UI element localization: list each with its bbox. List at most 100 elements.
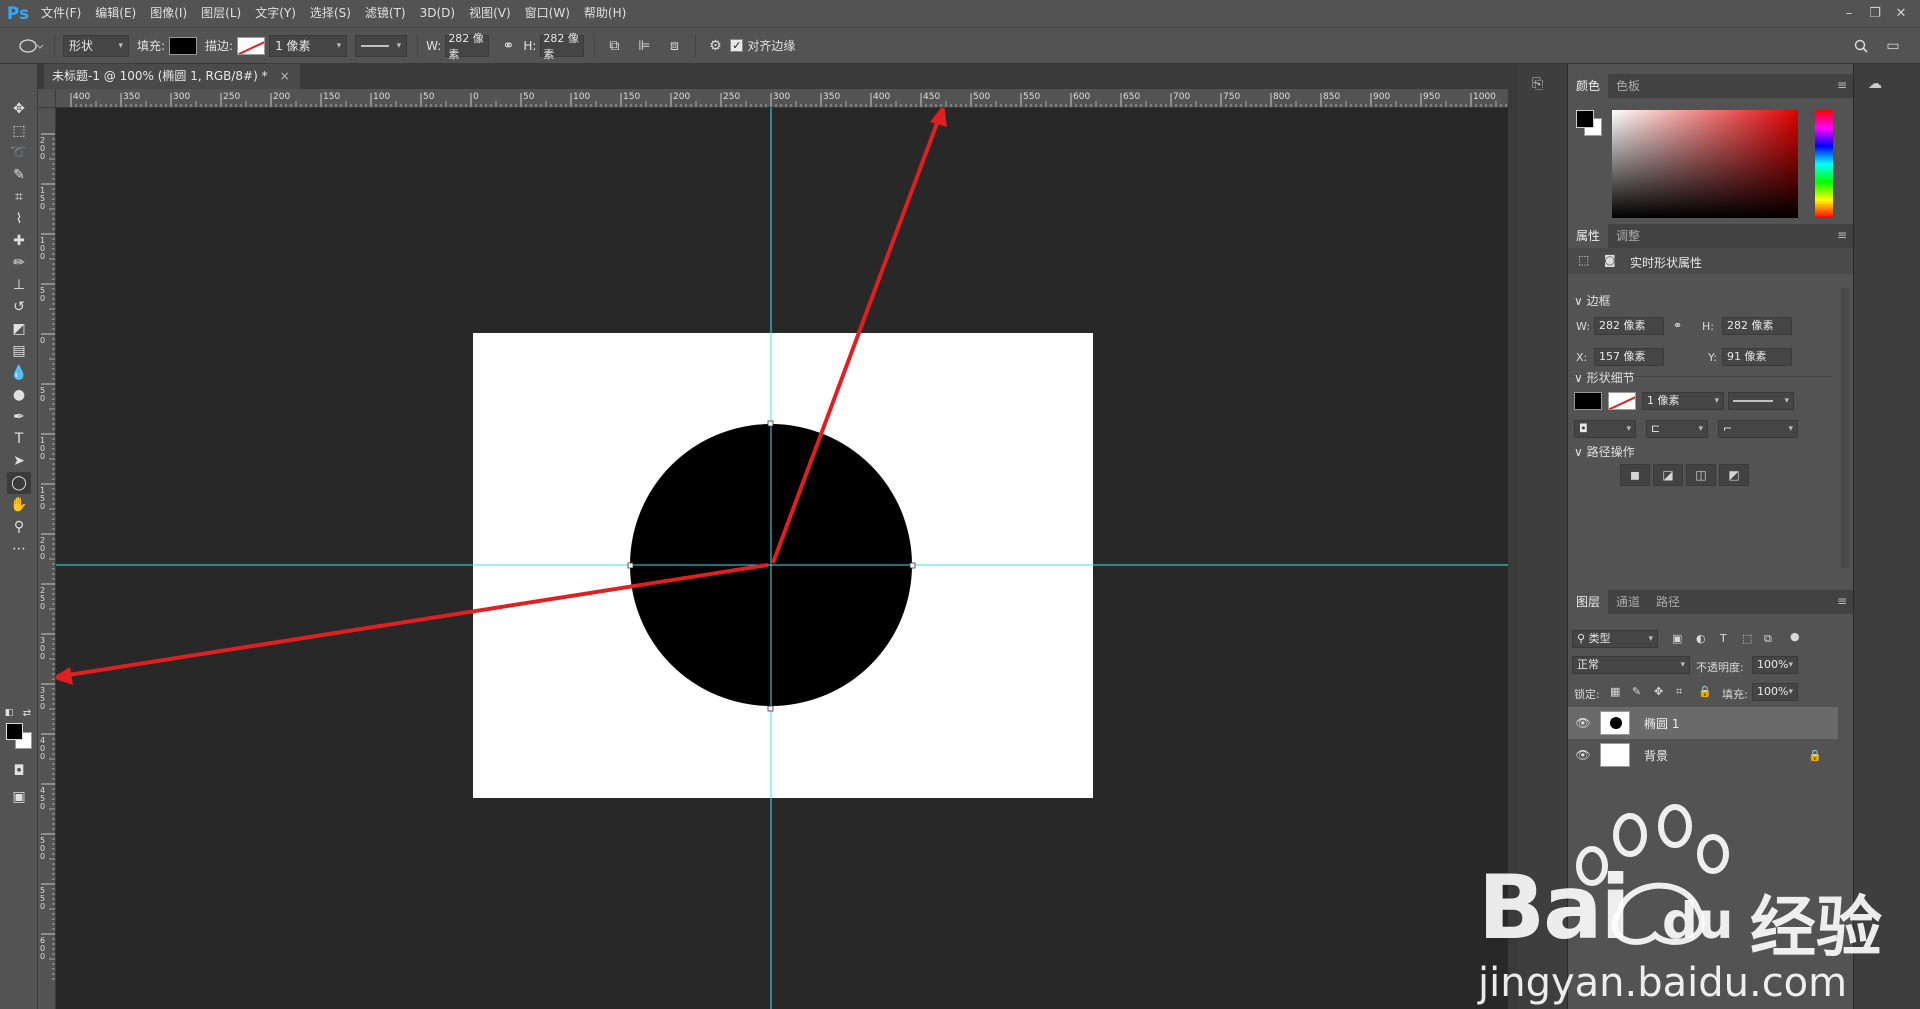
stroke-align-select[interactable]: ◘ ▾	[1574, 420, 1636, 438]
tab-layers[interactable]: 图层	[1568, 590, 1609, 614]
document-tab[interactable]: 未标题-1 @ 100% (椭圆 1, RGB/8#) * ×	[44, 64, 300, 89]
intersect-shapes-button[interactable]: ◫	[1686, 464, 1716, 486]
healing-brush-tool-icon[interactable]: ✚	[7, 230, 31, 252]
fill-swatch[interactable]	[169, 36, 198, 55]
filter-toggle-icon[interactable]: ●	[1790, 630, 1800, 643]
zoom-tool-icon[interactable]: ⚲	[7, 516, 31, 538]
filter-type-icon[interactable]: T	[1720, 632, 1727, 645]
horizontal-ruler[interactable]: 400 350 300 250 200 150 100 50 0 50 100 150 200 250 30…	[56, 89, 1508, 108]
restore-button[interactable]: ❐	[1862, 6, 1888, 21]
opacity-input[interactable]: 100% ▾	[1752, 656, 1798, 674]
height-input[interactable]: 282 像素	[540, 32, 585, 61]
ellipse-tool-icon[interactable]: ◯	[7, 472, 31, 494]
type-tool-icon[interactable]: T	[7, 428, 31, 450]
ruler-origin[interactable]	[38, 89, 56, 108]
workspace-icon[interactable]: ▭	[1882, 35, 1904, 57]
prop-stroke-swatch[interactable]	[1608, 392, 1636, 410]
path-operations-icon[interactable]: ⧉	[603, 35, 625, 57]
canvas-area[interactable]	[56, 108, 1508, 1009]
visibility-eye-icon[interactable]: 👁	[1568, 716, 1598, 730]
minimize-button[interactable]: –	[1836, 6, 1862, 21]
eraser-tool-icon[interactable]: ◩	[7, 318, 31, 340]
prop-y-input[interactable]: 91 像素	[1722, 348, 1792, 366]
tab-swatches[interactable]: 色板	[1608, 74, 1648, 98]
stroke-corner-select[interactable]: ⌐ ▾	[1718, 420, 1798, 438]
lock-all-icon[interactable]: 🔒	[1698, 685, 1712, 698]
layer-fill-input[interactable]: 100% ▾	[1752, 683, 1798, 701]
history-panel-icon[interactable]: ⎘	[1532, 76, 1543, 92]
close-tab-icon[interactable]: ×	[280, 64, 290, 89]
gradient-tool-icon[interactable]: ▤	[7, 340, 31, 362]
layer-filter-select[interactable]: ⚲ 类型 ▾	[1572, 630, 1658, 648]
exclude-overlap-button[interactable]: ◩	[1719, 464, 1749, 486]
menu-layer[interactable]: 图层(L)	[194, 0, 248, 27]
layer-row-background[interactable]: 👁 背景 🔒	[1568, 739, 1838, 771]
close-button[interactable]: ✕	[1888, 6, 1914, 21]
hand-tool-icon[interactable]: ✋	[7, 494, 31, 516]
stroke-cap-select[interactable]: ⊏ ▾	[1646, 420, 1708, 438]
properties-scrollbar[interactable]	[1841, 288, 1849, 568]
color-panel-foreground[interactable]	[1576, 110, 1594, 128]
path-select-tool-icon[interactable]: ➤	[7, 450, 31, 472]
menu-help[interactable]: 帮助(H)	[577, 0, 633, 27]
panel-menu-icon[interactable]: ≡	[1837, 594, 1847, 608]
link-icon[interactable]: ⚭	[497, 35, 519, 57]
shape-mode-select[interactable]: 形状 ▾	[63, 34, 129, 57]
bounds-section[interactable]: ∨ 边框	[1574, 292, 1611, 309]
menu-3d[interactable]: 3D(D)	[413, 0, 462, 27]
width-input[interactable]: 282 像素	[445, 32, 490, 61]
color-field[interactable]	[1612, 110, 1798, 218]
prop-x-input[interactable]: 157 像素	[1594, 348, 1664, 366]
prop-width-input[interactable]: 282 像素	[1594, 317, 1664, 335]
anchor-point-right[interactable]	[909, 562, 916, 569]
search-icon[interactable]	[1850, 35, 1872, 57]
layer-row-ellipse[interactable]: 👁 椭圆 1	[1568, 707, 1838, 739]
clone-stamp-tool-icon[interactable]: ⊥	[7, 274, 31, 296]
prop-height-input[interactable]: 282 像素	[1722, 317, 1792, 335]
stroke-width-select[interactable]: 1 像素 ▾	[269, 34, 348, 57]
stroke-swatch[interactable]	[237, 36, 266, 55]
pen-tool-icon[interactable]: ✒	[7, 406, 31, 428]
more-tools-icon[interactable]: ⋯	[7, 538, 31, 560]
eyedropper-tool-icon[interactable]: ⌇	[7, 208, 31, 230]
menu-window[interactable]: 窗口(W)	[518, 0, 577, 27]
panel-dock-separator[interactable]	[1508, 64, 1518, 1009]
move-tool-icon[interactable]: ✥	[7, 98, 31, 120]
tab-paths[interactable]: 路径	[1648, 590, 1688, 614]
hue-slider[interactable]	[1815, 110, 1833, 218]
stroke-type-select[interactable]: ▾	[355, 34, 408, 57]
prop-stroke-type-select[interactable]: ▾	[1728, 392, 1794, 410]
lasso-tool-icon[interactable]: ➰	[7, 142, 31, 164]
lock-image-icon[interactable]: ✎	[1632, 685, 1641, 698]
menu-filter[interactable]: 滤镜(T)	[358, 0, 413, 27]
filter-shape-icon[interactable]: ⬚	[1742, 632, 1752, 645]
path-operations-section[interactable]: ∨ 路径操作	[1574, 443, 1635, 460]
tool-preset-picker[interactable]	[18, 38, 44, 54]
dodge-tool-icon[interactable]: ●	[7, 384, 31, 406]
quick-mask-icon[interactable]: ◘	[7, 760, 31, 782]
brush-tool-icon[interactable]: ✏	[7, 252, 31, 274]
lock-position-icon[interactable]: ✥	[1654, 685, 1663, 698]
libraries-icon[interactable]: ☁	[1868, 76, 1882, 92]
menu-type[interactable]: 文字(Y)	[248, 0, 303, 27]
vertical-ruler[interactable]: 2001501005005010015020025030035040045050…	[38, 108, 56, 1009]
shape-details-section[interactable]: ∨ 形状细节	[1574, 369, 1635, 386]
tab-channels[interactable]: 通道	[1608, 590, 1648, 614]
combine-shapes-button[interactable]: ◼	[1620, 464, 1650, 486]
screen-mode-icon[interactable]: ▣	[7, 786, 31, 808]
swap-colors-icon[interactable]: ⇄	[20, 702, 34, 724]
menu-view[interactable]: 视图(V)	[462, 0, 518, 27]
filter-pixel-icon[interactable]: ▣	[1672, 632, 1682, 645]
lock-transparent-icon[interactable]: ▦	[1610, 685, 1620, 698]
prop-fill-swatch[interactable]	[1574, 392, 1602, 410]
gear-icon[interactable]: ⚙	[704, 35, 726, 57]
crop-tool-icon[interactable]: ⌗	[7, 186, 31, 208]
anchor-point-left[interactable]	[627, 562, 634, 569]
menu-edit[interactable]: 编辑(E)	[88, 0, 143, 27]
filter-adjustment-icon[interactable]: ◐	[1696, 632, 1706, 645]
panel-menu-icon[interactable]: ≡	[1837, 228, 1847, 242]
marquee-tool-icon[interactable]: ⬚	[7, 120, 31, 142]
quick-select-tool-icon[interactable]: ✎	[7, 164, 31, 186]
blur-tool-icon[interactable]: 💧	[7, 362, 31, 384]
path-alignment-icon[interactable]: ⊫	[633, 35, 655, 57]
